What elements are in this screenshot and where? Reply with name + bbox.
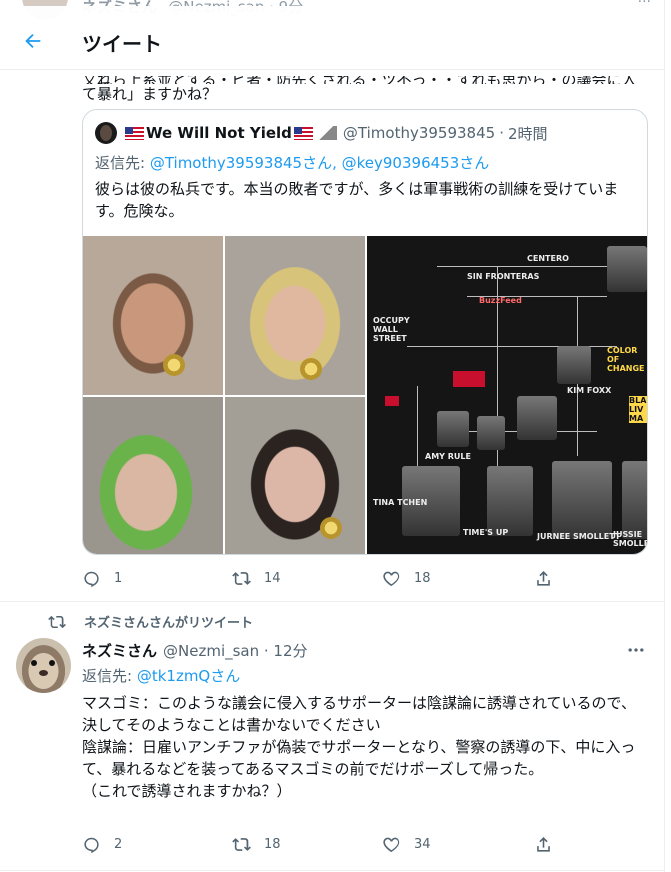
- back-arrow-icon: [25, 33, 41, 49]
- page-title: ツイート: [82, 32, 162, 56]
- quote-tweet-actions: 1 14 18: [82, 566, 562, 590]
- handle-and-time[interactable]: @Nezmi_san · 12分: [163, 640, 308, 661]
- display-name[interactable]: ネズミさん: [82, 640, 157, 661]
- chart-label: KIM FOXX: [567, 386, 612, 395]
- retweet-notice[interactable]: ネズミさんさんがリツイート: [48, 612, 253, 631]
- parent-tweet-clipped-line: 又れら上系並とする・ビ者・防先くされる・ツ不っ・・すれも思から・の議会に入って: [82, 76, 642, 84]
- quoted-reply-prefix: 返信先:: [95, 154, 150, 172]
- network-chart-image[interactable]: SIN FRONTERAS CENTERO OCCUPY WALL STREET…: [367, 236, 647, 554]
- divider: [0, 870, 664, 871]
- more-icon: [628, 648, 644, 652]
- avatar[interactable]: [16, 638, 71, 693]
- like-button[interactable]: 18: [382, 569, 431, 588]
- reply-button[interactable]: 1: [82, 569, 122, 588]
- quoted-reply-mentions[interactable]: @Timothy39593845さん, @key90396453さん: [150, 154, 489, 172]
- like-icon: [383, 837, 400, 852]
- reply-mention[interactable]: @tk1zmQさん: [137, 667, 240, 685]
- sheriff-badge-icon: [163, 354, 185, 376]
- quoted-display-name[interactable]: We Will Not Yield: [146, 124, 292, 142]
- share-button[interactable]: [534, 835, 553, 854]
- quoted-tweet-card[interactable]: We Will Not Yield @Timothy39593845 · 2時間…: [82, 109, 648, 555]
- flag-icon: [293, 126, 313, 140]
- tweet-text: マスゴミ：このような議会に侵入するサポーターは陰謀論に誘導されているので、決して…: [82, 692, 642, 802]
- reply-to: 返信先: @tk1zmQさん: [82, 665, 240, 686]
- like-count: 34: [414, 836, 431, 852]
- quoted-tweet-header: We Will Not Yield @Timothy39593845 · 2時間: [95, 122, 548, 144]
- reply-icon: [84, 837, 99, 853]
- divider: [0, 601, 664, 602]
- tweet-text-paragraph: （これで誘導されますかね？）: [82, 782, 292, 800]
- sheriff-badge-icon: [300, 358, 322, 380]
- retweet-icon: [232, 837, 251, 851]
- tweet-text-paragraph: マスゴミ：このような議会に侵入するサポーターは陰謀論に誘導されているので、決して…: [82, 694, 636, 734]
- like-icon: [383, 571, 400, 586]
- chart-label: BuzzFeed: [479, 296, 522, 305]
- tweet-header: ネズミさん @Nezmi_san · 12分: [82, 640, 308, 661]
- reply-prefix: 返信先:: [82, 667, 137, 685]
- reply-count: 1: [114, 570, 123, 586]
- tweet-detail-page: ネズミさん @Nezmi_san · 9分 ··· ツイート 又れら上系並とする…: [0, 0, 665, 872]
- reply-icon: [84, 571, 99, 587]
- retweet-count: 14: [264, 570, 281, 586]
- parent-tweet-tail: て暴れ」ますかね？: [82, 85, 218, 103]
- mugshot-image: [83, 236, 223, 395]
- mountain-icon: [318, 126, 337, 140]
- share-button[interactable]: [534, 569, 553, 588]
- tweet-text-paragraph: 陰謀論：日雇いアンチファが偽装でサポーターとなり、警察の誘導の下、中に入って、暴…: [82, 738, 636, 778]
- chart-label: CENTERO: [527, 254, 569, 263]
- more-button[interactable]: [624, 640, 648, 660]
- quoted-separator: ·: [499, 124, 504, 142]
- chart-label: SIN FRONTERAS: [467, 272, 540, 281]
- like-button[interactable]: 34: [382, 835, 431, 854]
- flag-icon: [125, 126, 144, 140]
- reply-button[interactable]: 2: [82, 835, 122, 854]
- back-button[interactable]: [18, 26, 48, 56]
- retweet-button[interactable]: 18: [232, 835, 281, 854]
- quoted-reply-to: 返信先: @Timothy39593845さん, @key90396453さん: [95, 152, 489, 173]
- chart-label: AMY RULE: [425, 452, 471, 461]
- mugshot-image: [83, 397, 223, 554]
- retweet-button[interactable]: 14: [232, 569, 281, 588]
- parent-tweet-text: 又れら上系並とする・ビ者・防先くされる・ツ不っ・・すれも思から・の議会に入って …: [82, 76, 642, 105]
- share-icon: [537, 570, 550, 586]
- tweet-actions: 2 18 34: [82, 832, 562, 856]
- chart-label: OCCUPY WALL STREET: [373, 316, 410, 343]
- share-icon: [537, 836, 550, 852]
- mugshot-collage[interactable]: [83, 236, 365, 554]
- reply-count: 2: [114, 836, 123, 852]
- chart-label: TINA TCHEN: [373, 498, 428, 507]
- chart-label: COLOR OF CHANGE: [607, 346, 645, 373]
- chart-label: JUSSIE SMOLLETT: [613, 530, 647, 548]
- retweet-count: 18: [264, 836, 281, 852]
- quoted-tweet-text: 彼らは彼の私兵です。本当の敗者ですが、多くは軍事戦術の訓練を受けています。危険な…: [95, 180, 619, 220]
- quoted-time[interactable]: 2時間: [508, 123, 548, 144]
- retweet-icon: [48, 615, 66, 628]
- mugshot-image: [225, 236, 365, 395]
- quoted-media-grid[interactable]: SIN FRONTERAS CENTERO OCCUPY WALL STREET…: [83, 236, 647, 554]
- page-header: ツイート: [0, 6, 664, 70]
- quoted-handle[interactable]: @Timothy39593845: [343, 124, 495, 142]
- mugshot-image: [225, 397, 365, 554]
- sheriff-badge-icon: [320, 517, 342, 539]
- chart-label: JURNEE SMOLLETT: [537, 532, 621, 541]
- quoted-avatar[interactable]: [95, 122, 117, 144]
- chart-label: BLA LIV MA: [629, 396, 647, 423]
- chart-label: TIME'S UP: [463, 528, 509, 537]
- retweet-notice-text: ネズミさんさんがリツイート: [84, 616, 254, 631]
- retweet-icon: [232, 571, 251, 585]
- like-count: 18: [414, 570, 431, 586]
